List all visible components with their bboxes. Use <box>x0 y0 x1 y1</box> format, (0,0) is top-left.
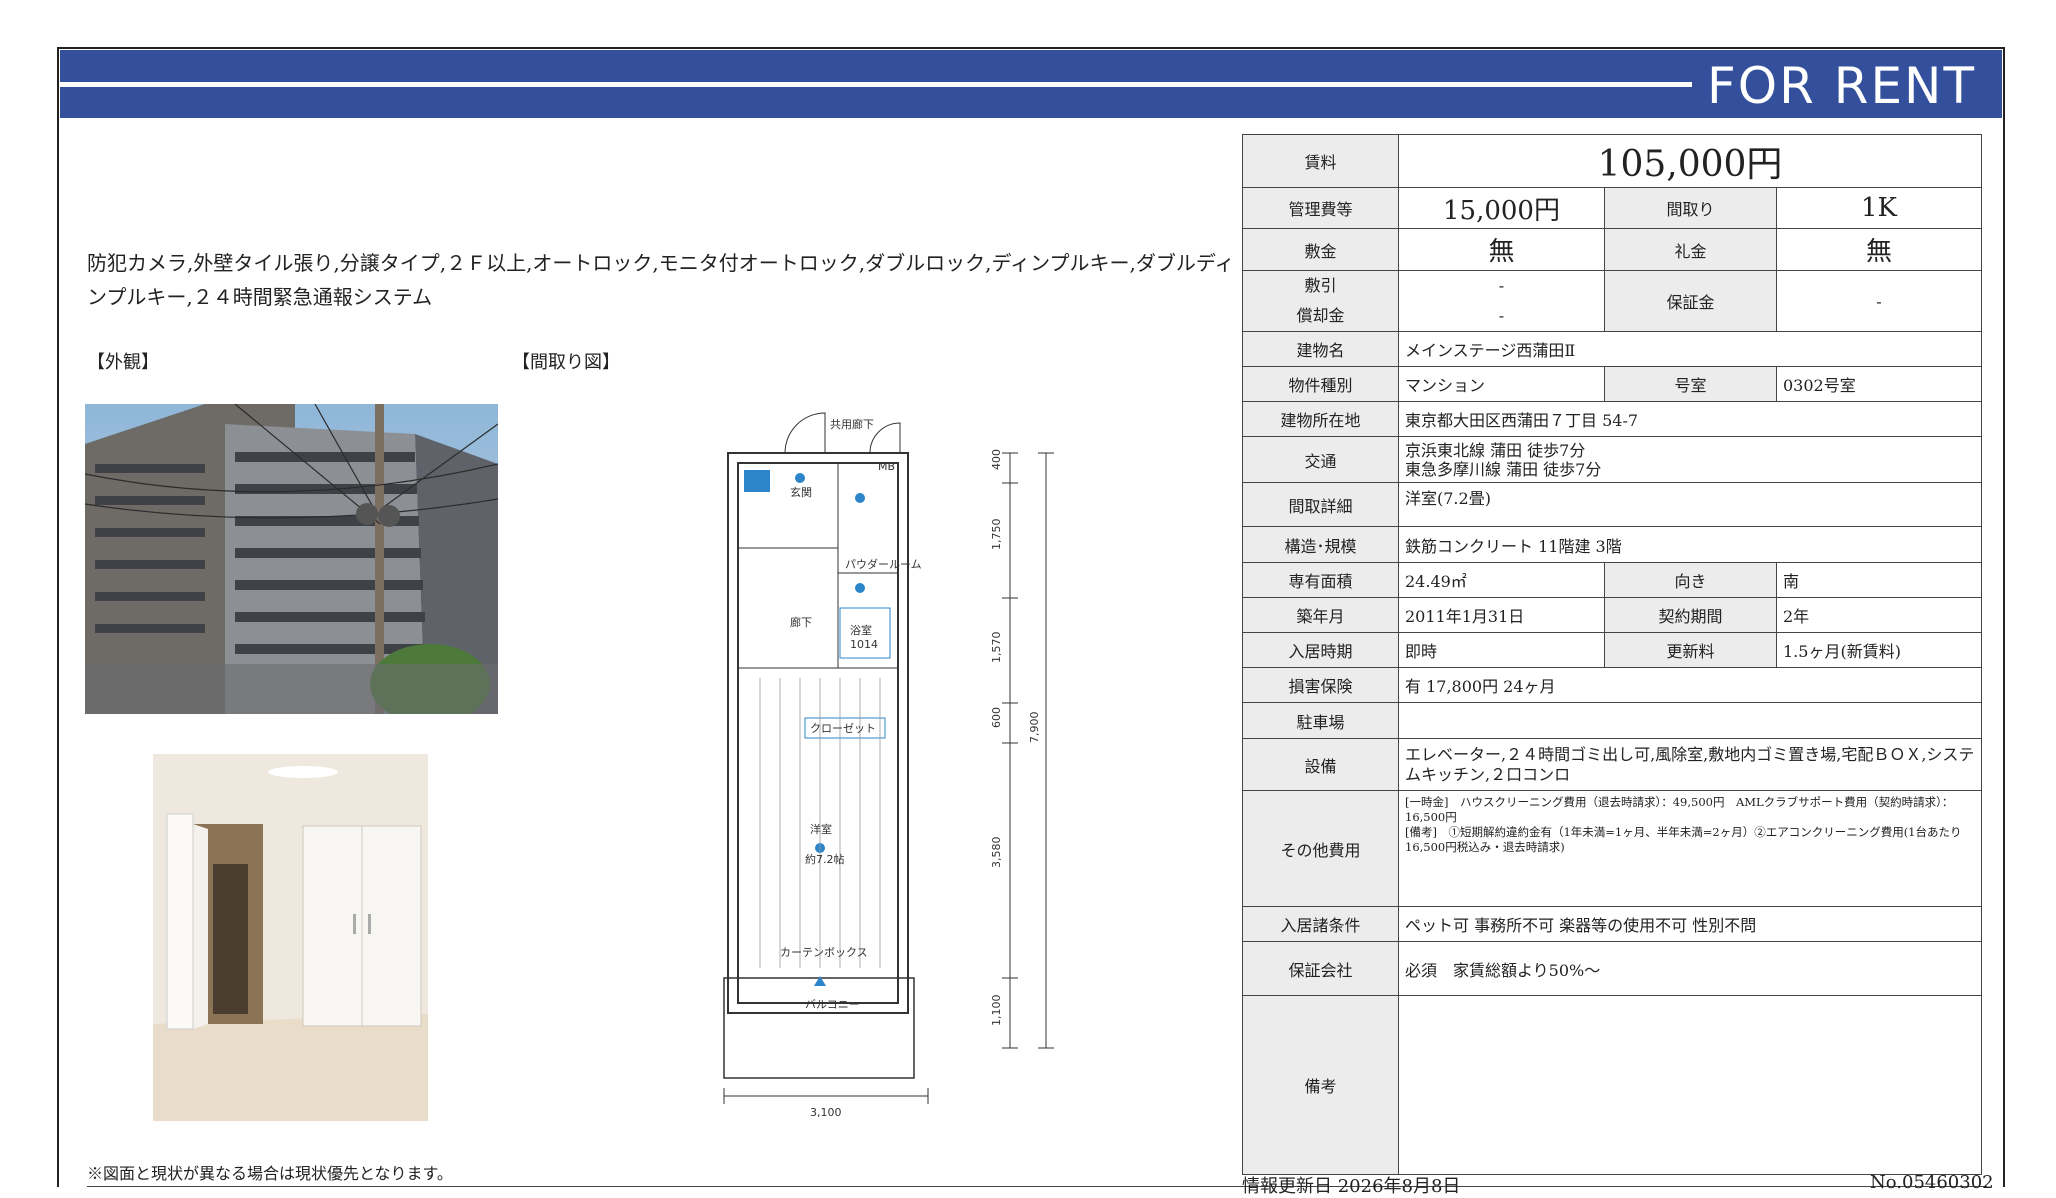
fp-dim-total: 7,900 <box>1028 712 1041 744</box>
insurance-label: 損害保険 <box>1242 667 1399 703</box>
shokyaku-label: 償却金 <box>1296 306 1345 325</box>
other-fees-line-1: [一時金] ハウスクリーニング費用（退去時請求）：49,500円 AMLクラブサ… <box>1405 795 1954 824</box>
conditions-value: ペット可 事務所不可 楽器等の使用不可 性別不問 <box>1397 906 1983 942</box>
fp-dim-3: 1,570 <box>990 632 1003 664</box>
transport-line-1: 京浜東北線 蒲田 徒歩7分 <box>1405 440 1586 460</box>
layout-value: 1K <box>1775 187 1983 229</box>
exterior-label: 【外観】 <box>87 352 159 373</box>
room-label: 号室 <box>1604 366 1777 402</box>
type-value: マンション <box>1398 366 1605 402</box>
fp-dim-5: 3,580 <box>990 837 1003 869</box>
fp-curtain-box: カーテンボックス <box>780 946 868 959</box>
facilities-label: 設備 <box>1242 738 1399 791</box>
shikibiki-label: 敷引 <box>1304 276 1337 295</box>
fp-western-size: 約7.2帖 <box>805 852 845 866</box>
building-name-value: メインステージ西蒲田Ⅱ <box>1397 331 1983 367</box>
address-label: 建物所在地 <box>1242 401 1399 437</box>
building-name-label: 建物名 <box>1242 331 1399 367</box>
layout-label: 間取り <box>1604 187 1777 229</box>
key-money-label: 礼金 <box>1604 228 1777 271</box>
fp-dim-2: 1,750 <box>990 519 1003 551</box>
fp-dim-6: 1,100 <box>990 995 1003 1027</box>
spec-table: 賃料 105,000円 管理費等 15,000円 間取り 1K 敷金 無 礼金 … <box>1242 134 1983 1175</box>
parking-label: 駐車場 <box>1242 702 1399 739</box>
renewal-label: 更新料 <box>1604 632 1777 668</box>
move-in-label: 入居時期 <box>1242 632 1399 668</box>
fp-bath-size: 1014 <box>850 638 878 651</box>
floorplan-label: 【間取り図】 <box>512 352 620 373</box>
fp-common-corridor: 共用廊下 <box>830 417 874 431</box>
guarantor-value: 必須 家賃総額より50%～ <box>1397 941 1983 996</box>
contract-value: 2年 <box>1775 597 1983 633</box>
fp-closet: クローゼット <box>810 722 876 735</box>
mgmt-value: 15,000円 <box>1398 187 1605 229</box>
conditions-label: 入居諸条件 <box>1242 906 1399 942</box>
structure-value: 鉄筋コンクリート 11階建 3階 <box>1397 526 1983 563</box>
fp-balcony: バルコニー <box>805 998 860 1011</box>
banner-stripe <box>60 82 1692 87</box>
area-label: 専有面積 <box>1242 562 1399 598</box>
remarks-value <box>1397 995 1983 1175</box>
other-fees-label: その他費用 <box>1242 790 1399 907</box>
fp-mb: MB <box>878 460 895 473</box>
parking-value <box>1397 702 1983 739</box>
bottom-rule <box>87 1186 1987 1187</box>
guarantee-value: - <box>1775 270 1983 332</box>
facilities-value: エレベーター,２４時間ゴミ出し可,風除室,敷地内ゴミ置き場,宅配ＢＯＸ,システム… <box>1397 738 1983 791</box>
rent-label: 賃料 <box>1242 134 1399 188</box>
direction-label: 向き <box>1604 562 1777 598</box>
guarantee-label: 保証金 <box>1604 270 1777 332</box>
contract-label: 契約期間 <box>1604 597 1777 633</box>
fp-western-room: 洋室 <box>810 822 832 836</box>
fp-dim-1: 400 <box>990 449 1003 470</box>
guarantor-label: 保証会社 <box>1242 941 1399 996</box>
transport-line-2: 東急多摩川線 蒲田 徒歩7分 <box>1405 459 1602 479</box>
mgmt-label: 管理費等 <box>1242 187 1399 229</box>
key-money-value: 無 <box>1775 228 1983 271</box>
insurance-value: 有 17,800円 24ヶ月 <box>1397 667 1983 703</box>
built-value: 2011年1月31日 <box>1398 597 1605 633</box>
features-text: 防犯カメラ,外壁タイル張り,分譲タイプ,２Ｆ以上,オートロック,モニタ付オートロ… <box>87 251 1235 309</box>
fp-dim-width: 3,100 <box>810 1106 842 1119</box>
deposit-value: 無 <box>1398 228 1605 271</box>
area-value: 24.49㎡ <box>1398 562 1605 598</box>
layout-detail-value: 洋室(7.2畳) <box>1397 482 1983 527</box>
banner-title: FOR RENT <box>1706 57 1976 115</box>
transport-label: 交通 <box>1242 436 1399 483</box>
built-label: 築年月 <box>1242 597 1399 633</box>
other-fees-line-2: [備考] ①短期解約違約金有（1年未満=1ヶ月、半年未満=2ヶ月）②エアコンクリ… <box>1405 825 1962 854</box>
fp-entrance: 玄関 <box>790 485 812 499</box>
room-value: 0302号室 <box>1775 366 1983 402</box>
updated-date: 情報更新日 2026年8月8日 <box>1242 1176 1461 1197</box>
remarks-label: 備考 <box>1242 995 1399 1175</box>
fp-bathroom: 浴室 <box>850 623 872 637</box>
shokyaku-value: - <box>1498 306 1505 325</box>
type-label: 物件種別 <box>1242 366 1399 402</box>
exterior-photo <box>85 404 498 714</box>
rent-value: 105,000円 <box>1397 134 1983 188</box>
structure-label: 構造･規模 <box>1242 526 1399 563</box>
shikibiki-value: - <box>1498 276 1505 295</box>
fp-corridor: 廊下 <box>790 615 812 629</box>
direction-value: 南 <box>1775 562 1983 598</box>
disclaimer-note: ※図面と現状が異なる場合は現状優先となります。 <box>87 1164 453 1183</box>
fp-powder-room: パウダールーム <box>845 557 922 571</box>
fp-dim-4: 600 <box>990 707 1003 728</box>
layout-detail-label: 間取詳細 <box>1242 482 1399 527</box>
banner: FOR RENT <box>60 50 2002 118</box>
deposit-label: 敷金 <box>1242 228 1399 271</box>
renewal-value: 1.5ヶ月(新賃料) <box>1775 632 1983 668</box>
move-in-value: 即時 <box>1398 632 1605 668</box>
address-value: 東京都大田区西蒲田７丁目 54-7 <box>1397 401 1983 437</box>
floorplan-drawing: 共用廊下 MB 玄関 パウダールーム 廊下 浴室 1014 クローゼット 洋室 … <box>700 378 1060 1120</box>
interior-photo <box>153 754 428 1121</box>
